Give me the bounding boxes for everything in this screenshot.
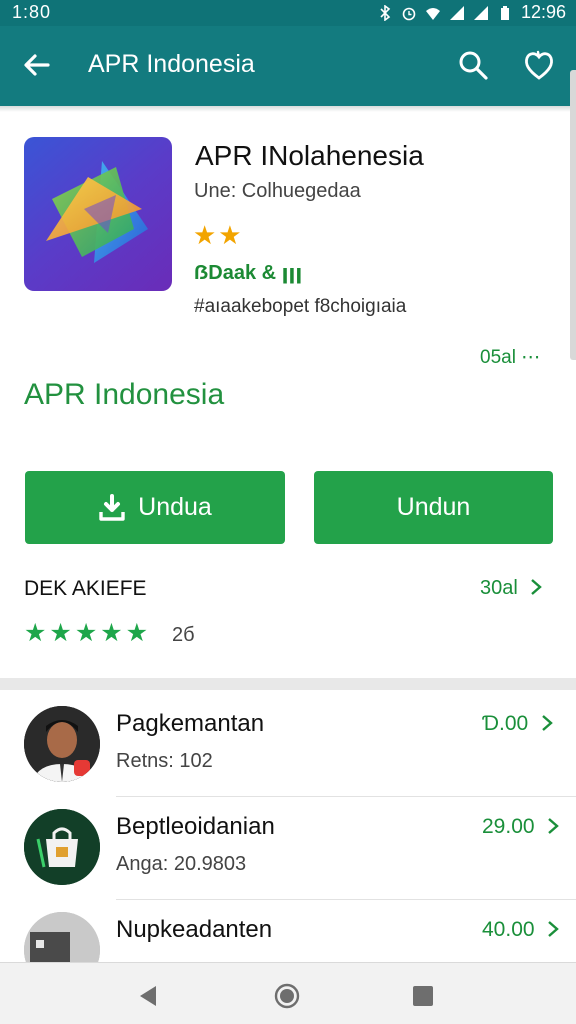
wifi-icon <box>425 7 440 20</box>
app-bar-title: APR Indonesia <box>88 50 255 78</box>
app-icon <box>24 137 172 291</box>
list-item-title: Beptleoidanian <box>116 813 275 840</box>
chevron-right-icon <box>548 921 560 937</box>
system-nav-bar <box>0 962 576 1024</box>
nav-recents-icon[interactable] <box>410 983 436 1009</box>
brand-name: APR Indonesia <box>24 378 225 411</box>
secondary-download-label: Undun <box>396 493 471 521</box>
status-bar: 1:80 12:96 <box>0 0 576 26</box>
status-time-left: 1:80 <box>12 2 52 22</box>
back-arrow-icon[interactable] <box>20 48 54 82</box>
list-item-title: Nupkeadanten <box>116 916 273 943</box>
download-button[interactable]: Undua <box>25 471 285 544</box>
list-item[interactable]: Pagkemantan Retns: 102 Ɗ.00 <box>0 694 576 797</box>
ratings-link-label: 30al <box>480 577 518 599</box>
chevron-right-icon <box>531 579 543 595</box>
shopping-bag-icon <box>24 809 100 885</box>
app-badge: ẞDaak & ꞁꞁꞁ <box>194 262 303 284</box>
list-item-price: 40.00 <box>482 918 560 942</box>
list-item-price-value: Ɗ.00 <box>482 712 529 735</box>
list-item-price: 29.00 <box>482 815 560 839</box>
ratings-title: DEK AKIEFE <box>24 577 147 600</box>
app-name: APR INolahenesia <box>195 140 424 171</box>
list-item-subtitle: Anga: 20.9803 <box>116 853 247 875</box>
battery-icon <box>500 5 509 20</box>
app-bar-shadow <box>0 106 576 112</box>
app-developer[interactable]: Une: Colhuegedaa <box>194 180 361 203</box>
chevron-right-icon <box>548 818 560 834</box>
app-bar: APR Indonesia <box>0 26 576 106</box>
ratings-stars: ★★★★★ <box>24 619 152 647</box>
list-item-price: Ɗ.00 <box>482 712 554 736</box>
app-tags: #aıaakebopet f8choigıaia <box>194 296 407 317</box>
chevron-right-icon <box>542 715 553 731</box>
scroll-edge <box>570 70 576 360</box>
list-item[interactable]: Beptleoidanian Anga: 20.9803 29.00 <box>0 797 576 900</box>
download-icon <box>99 493 125 521</box>
nav-back-icon[interactable] <box>136 983 162 1009</box>
list-item-subtitle: Retns: 102 <box>116 750 213 772</box>
status-time-right: 12:96 <box>520 2 566 22</box>
app-logo-graphic <box>46 161 148 263</box>
download-button-label: Undua <box>138 493 212 521</box>
more-link[interactable]: 05al ⋯ <box>480 346 540 369</box>
section-divider <box>0 678 576 690</box>
secondary-download-button[interactable]: Undun <box>314 471 553 544</box>
alarm-icon <box>402 7 416 20</box>
heart-icon[interactable] <box>522 48 556 82</box>
search-icon[interactable] <box>456 48 490 82</box>
avatar <box>24 706 100 782</box>
list-item-price-value: 29.00 <box>482 815 535 838</box>
status-icons: 12:96 <box>377 2 566 23</box>
list-item-price-value: 40.00 <box>482 918 535 941</box>
app-star-rating: ★★ <box>193 220 244 250</box>
signal-icon <box>449 5 464 20</box>
ratings-link[interactable]: 30al <box>480 577 543 600</box>
signal2-icon <box>473 5 488 20</box>
list-item-title: Pagkemantan <box>116 710 265 737</box>
bluetooth-icon <box>380 4 391 21</box>
ratings-count: 2б <box>172 624 195 646</box>
nav-home-icon[interactable] <box>274 983 300 1009</box>
